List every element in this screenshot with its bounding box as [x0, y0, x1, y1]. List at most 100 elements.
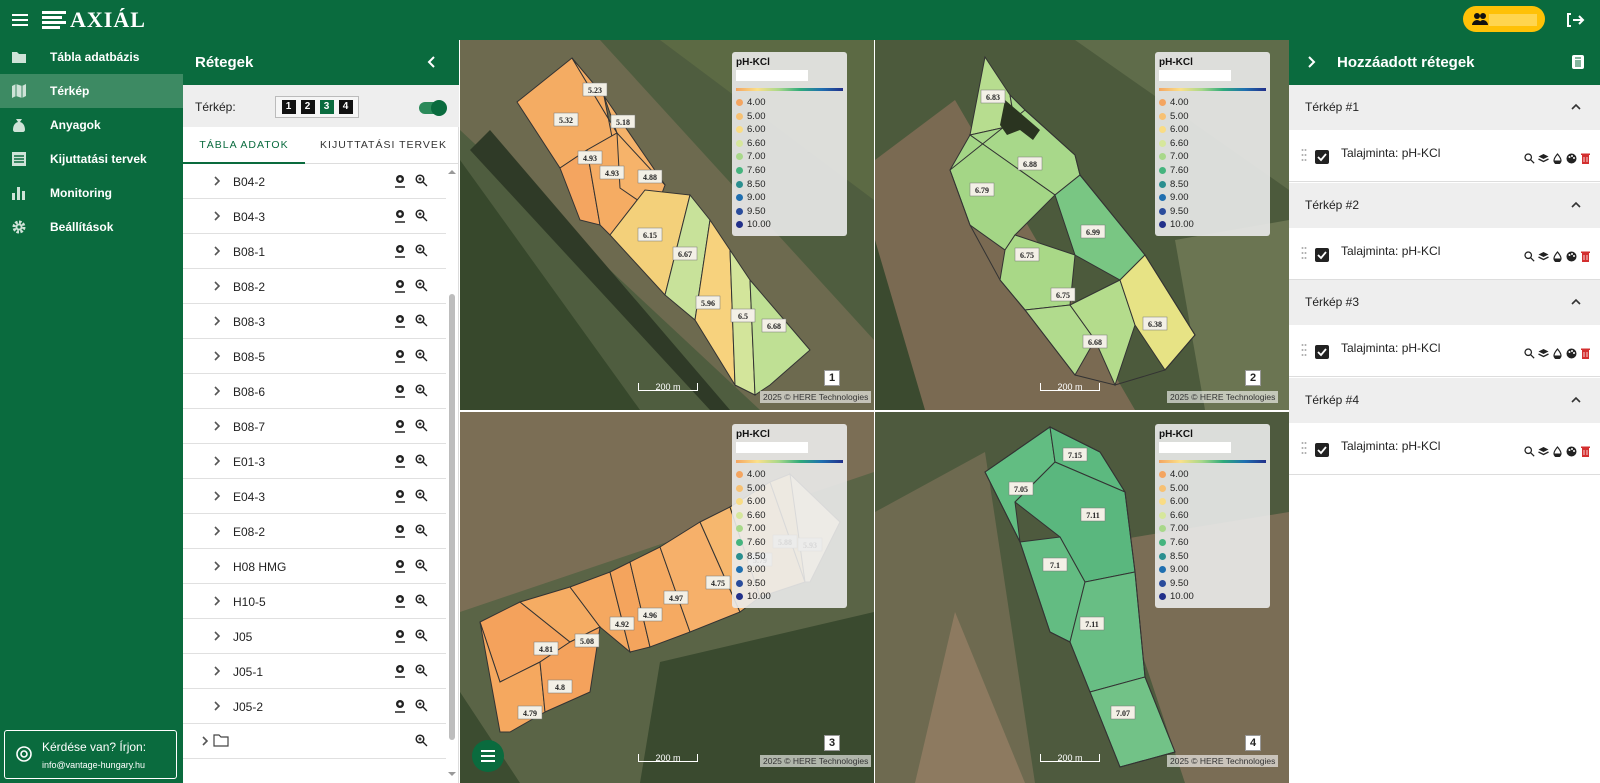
zoom-icon[interactable]: [415, 524, 428, 537]
zoom-icon[interactable]: [415, 314, 428, 327]
zoom-icon[interactable]: [415, 559, 428, 572]
chevron-up-icon[interactable]: [1569, 199, 1583, 211]
chevron-left-icon[interactable]: [424, 54, 440, 70]
chevron-right-icon[interactable]: [212, 455, 222, 467]
delete-icon[interactable]: [1580, 151, 1591, 164]
drag-handle-icon[interactable]: [1301, 441, 1307, 455]
map-panel-3[interactable]: 5.885.935.794.754.974.964.925.084.814.84…: [460, 412, 874, 783]
map-section-header[interactable]: Térkép #2: [1289, 182, 1600, 228]
location-pin-icon[interactable]: [394, 279, 406, 293]
trash-icon[interactable]: [1570, 54, 1586, 70]
scroll-up-icon[interactable]: [447, 168, 457, 176]
folder-row[interactable]: [183, 724, 446, 759]
location-pin-icon[interactable]: [394, 594, 406, 608]
field-row[interactable]: B08-5: [183, 339, 446, 374]
map-button-3[interactable]: 3: [319, 100, 334, 114]
menu-icon[interactable]: [6, 6, 34, 34]
opacity-icon[interactable]: [1552, 346, 1563, 360]
delete-icon[interactable]: [1580, 346, 1591, 359]
location-pin-icon[interactable]: [394, 419, 406, 433]
help-box[interactable]: Kérdése van? Írjon: info@vantage-hungary…: [4, 730, 177, 779]
zoom-icon[interactable]: [415, 594, 428, 607]
sidebar-item-monitoring[interactable]: Monitoring: [0, 176, 183, 210]
chevron-right-icon[interactable]: [212, 560, 222, 572]
zoom-icon[interactable]: [415, 279, 428, 292]
zoom-icon[interactable]: [415, 209, 428, 222]
sidebar-item-terkep[interactable]: Térkép: [0, 74, 183, 108]
tab-tabla-adatok[interactable]: TÁBLA ADATOK: [183, 127, 305, 164]
sidebar-item-anyagok[interactable]: Anyagok: [0, 108, 183, 142]
layers-icon[interactable]: [1538, 444, 1549, 455]
field-row[interactable]: J05-1: [183, 654, 446, 689]
help-email[interactable]: info@vantage-hungary.hu: [42, 760, 145, 770]
map-section-header[interactable]: Térkép #3: [1289, 280, 1600, 325]
location-pin-icon[interactable]: [394, 384, 406, 398]
opacity-icon[interactable]: [1552, 444, 1563, 458]
chevron-right-icon[interactable]: [212, 490, 222, 502]
field-row[interactable]: E01-3: [183, 444, 446, 479]
delete-icon[interactable]: [1580, 444, 1591, 457]
zoom-icon[interactable]: [415, 629, 428, 642]
chevron-up-icon[interactable]: [1569, 296, 1583, 308]
chevron-right-icon[interactable]: [212, 210, 222, 222]
sidebar-item-beallitasok[interactable]: Beállítások: [0, 210, 183, 244]
field-row[interactable]: B08-1: [183, 234, 446, 269]
field-row[interactable]: J05-2: [183, 689, 446, 724]
sidebar-item-tabla-adatbazis[interactable]: Tábla adatbázis: [0, 40, 183, 74]
field-row[interactable]: B04-3: [183, 199, 446, 234]
palette-icon[interactable]: [1566, 346, 1577, 359]
location-pin-icon[interactable]: [394, 489, 406, 503]
drag-handle-icon[interactable]: [1301, 148, 1307, 162]
opacity-icon[interactable]: [1552, 249, 1563, 263]
chevron-right-icon[interactable]: [212, 175, 222, 187]
field-row[interactable]: E04-3: [183, 479, 446, 514]
logout-icon[interactable]: [1562, 7, 1588, 33]
map-section-header[interactable]: Térkép #1: [1289, 85, 1600, 130]
map-button-2[interactable]: 2: [300, 100, 315, 114]
chevron-right-icon[interactable]: [212, 315, 222, 327]
chevron-right-icon[interactable]: [212, 280, 222, 292]
map-button-1[interactable]: 1: [281, 100, 296, 114]
chevron-right-icon[interactable]: [212, 245, 222, 257]
zoom-icon[interactable]: [415, 734, 428, 747]
chevron-right-icon[interactable]: [212, 420, 222, 432]
drag-handle-icon[interactable]: [1301, 343, 1307, 357]
location-pin-icon[interactable]: [394, 174, 406, 188]
field-row[interactable]: B08-3: [183, 304, 446, 339]
field-row[interactable]: J05: [183, 619, 446, 654]
added-layer-row[interactable]: Talajminta: pH-KCl: [1289, 422, 1600, 475]
map-section-header[interactable]: Térkép #4: [1289, 377, 1600, 423]
location-pin-icon[interactable]: [394, 664, 406, 678]
layer-visibility-checkbox[interactable]: [1315, 442, 1329, 457]
field-row[interactable]: B08-6: [183, 374, 446, 409]
location-pin-icon[interactable]: [394, 629, 406, 643]
zoom-icon[interactable]: [1524, 249, 1535, 262]
added-layer-row[interactable]: Talajminta: pH-KCl: [1289, 325, 1600, 377]
chevron-right-icon[interactable]: [200, 735, 210, 747]
chevron-right-icon[interactable]: [212, 700, 222, 712]
layers-icon[interactable]: [1538, 346, 1549, 358]
opacity-icon[interactable]: [1552, 151, 1563, 165]
zoom-icon[interactable]: [415, 664, 428, 677]
location-pin-icon[interactable]: [394, 524, 406, 538]
map-panel-2[interactable]: 6.83 6.88 6.79 6.99 6.75 6.75 6.38 6.68 pH-KCl …: [875, 40, 1289, 410]
added-layer-row[interactable]: Talajminta: pH-KCl: [1289, 130, 1600, 182]
location-pin-icon[interactable]: [394, 244, 406, 258]
layer-visibility-checkbox[interactable]: [1315, 247, 1329, 262]
zoom-icon[interactable]: [415, 454, 428, 467]
field-row[interactable]: H10-5: [183, 584, 446, 619]
chevron-right-icon[interactable]: [212, 665, 222, 677]
chevron-right-icon[interactable]: [212, 385, 222, 397]
chevron-right-icon[interactable]: [212, 350, 222, 362]
map-panel-4[interactable]: 7.15 7.05 7.11 7.1 7.11 7.07 pH-KCl 4.00 5.00 6…: [875, 412, 1289, 783]
field-row[interactable]: H08 HMG: [183, 549, 446, 584]
location-pin-icon[interactable]: [394, 209, 406, 223]
tab-kijuttatasi-tervek[interactable]: KIJUTTATÁSI TERVEK: [310, 127, 457, 164]
zoom-icon[interactable]: [415, 384, 428, 397]
location-pin-icon[interactable]: [394, 349, 406, 363]
scrollbar[interactable]: [447, 168, 457, 778]
chevron-up-icon[interactable]: [1569, 101, 1583, 113]
location-pin-icon[interactable]: [394, 559, 406, 573]
zoom-icon[interactable]: [415, 174, 428, 187]
layers-icon[interactable]: [1538, 249, 1549, 260]
